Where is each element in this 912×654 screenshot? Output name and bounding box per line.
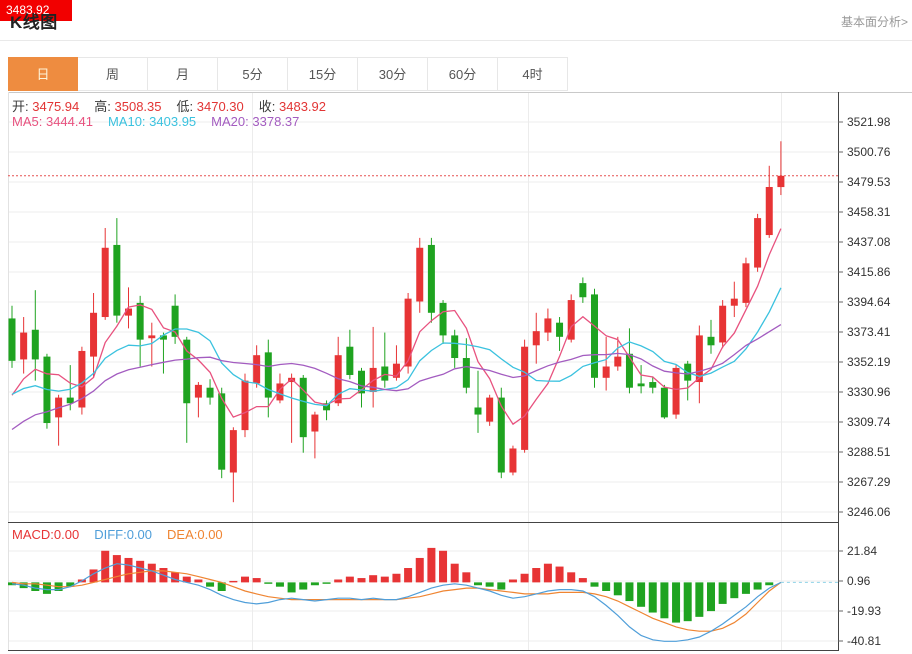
tab-15min[interactable]: 15分 [288,57,358,91]
tab-30min[interactable]: 30分 [358,57,428,91]
tab-4hour[interactable]: 4时 [498,57,568,91]
svg-text:3479.53: 3479.53 [847,175,891,189]
svg-text:-40.81: -40.81 [847,634,881,648]
tab-month[interactable]: 月 [148,57,218,91]
ma10-value: MA10: 3403.95 [108,114,196,129]
macd-value: MACD:0.00 [12,527,79,542]
fundamental-analysis-link[interactable]: 基本面分析> [841,13,908,30]
ohlc-legend: 开: 3475.94 高: 3508.35 低: 3470.30 收: 3483… [12,96,341,115]
page-title: K线图 [10,8,58,33]
tab-day[interactable]: 日 [8,57,78,91]
svg-text:3415.86: 3415.86 [847,265,891,279]
svg-text:3458.31: 3458.31 [847,205,891,219]
svg-text:3437.08: 3437.08 [847,235,891,249]
svg-text:3352.19: 3352.19 [847,355,891,369]
close-value: 收: 3483.92 [259,96,326,115]
svg-text:3246.06: 3246.06 [847,505,891,519]
open-value: 开: 3475.94 [12,96,79,115]
interval-tab-bar: 日 周 月 5分 15分 30分 60分 4时 [8,57,568,91]
ma-legend: MA5: 3444.41 MA10: 3403.95 MA20: 3378.37 [12,114,314,129]
tab-5min[interactable]: 5分 [218,57,288,91]
svg-text:0.96: 0.96 [847,574,871,588]
svg-text:3500.76: 3500.76 [847,145,891,159]
tab-60min[interactable]: 60分 [428,57,498,91]
svg-text:3521.98: 3521.98 [847,115,891,129]
high-value: 高: 3508.35 [94,96,161,115]
svg-text:3373.41: 3373.41 [847,325,891,339]
ma20-value: MA20: 3378.37 [211,114,299,129]
svg-text:3330.96: 3330.96 [847,385,891,399]
macd-legend: MACD:0.00 DIFF:0.00 DEA:0.00 [12,527,238,542]
ma5-value: MA5: 3444.41 [12,114,93,129]
svg-text:-19.93: -19.93 [847,604,881,618]
svg-text:3309.74: 3309.74 [847,415,891,429]
tab-week[interactable]: 周 [78,57,148,91]
low-value: 低: 3470.30 [177,96,244,115]
svg-text:21.84: 21.84 [847,544,877,558]
svg-text:3288.51: 3288.51 [847,445,891,459]
diff-value: DIFF:0.00 [94,527,152,542]
svg-text:3394.64: 3394.64 [847,295,891,309]
header-divider [0,40,912,41]
dea-value: DEA:0.00 [167,527,223,542]
svg-text:3267.29: 3267.29 [847,475,891,489]
